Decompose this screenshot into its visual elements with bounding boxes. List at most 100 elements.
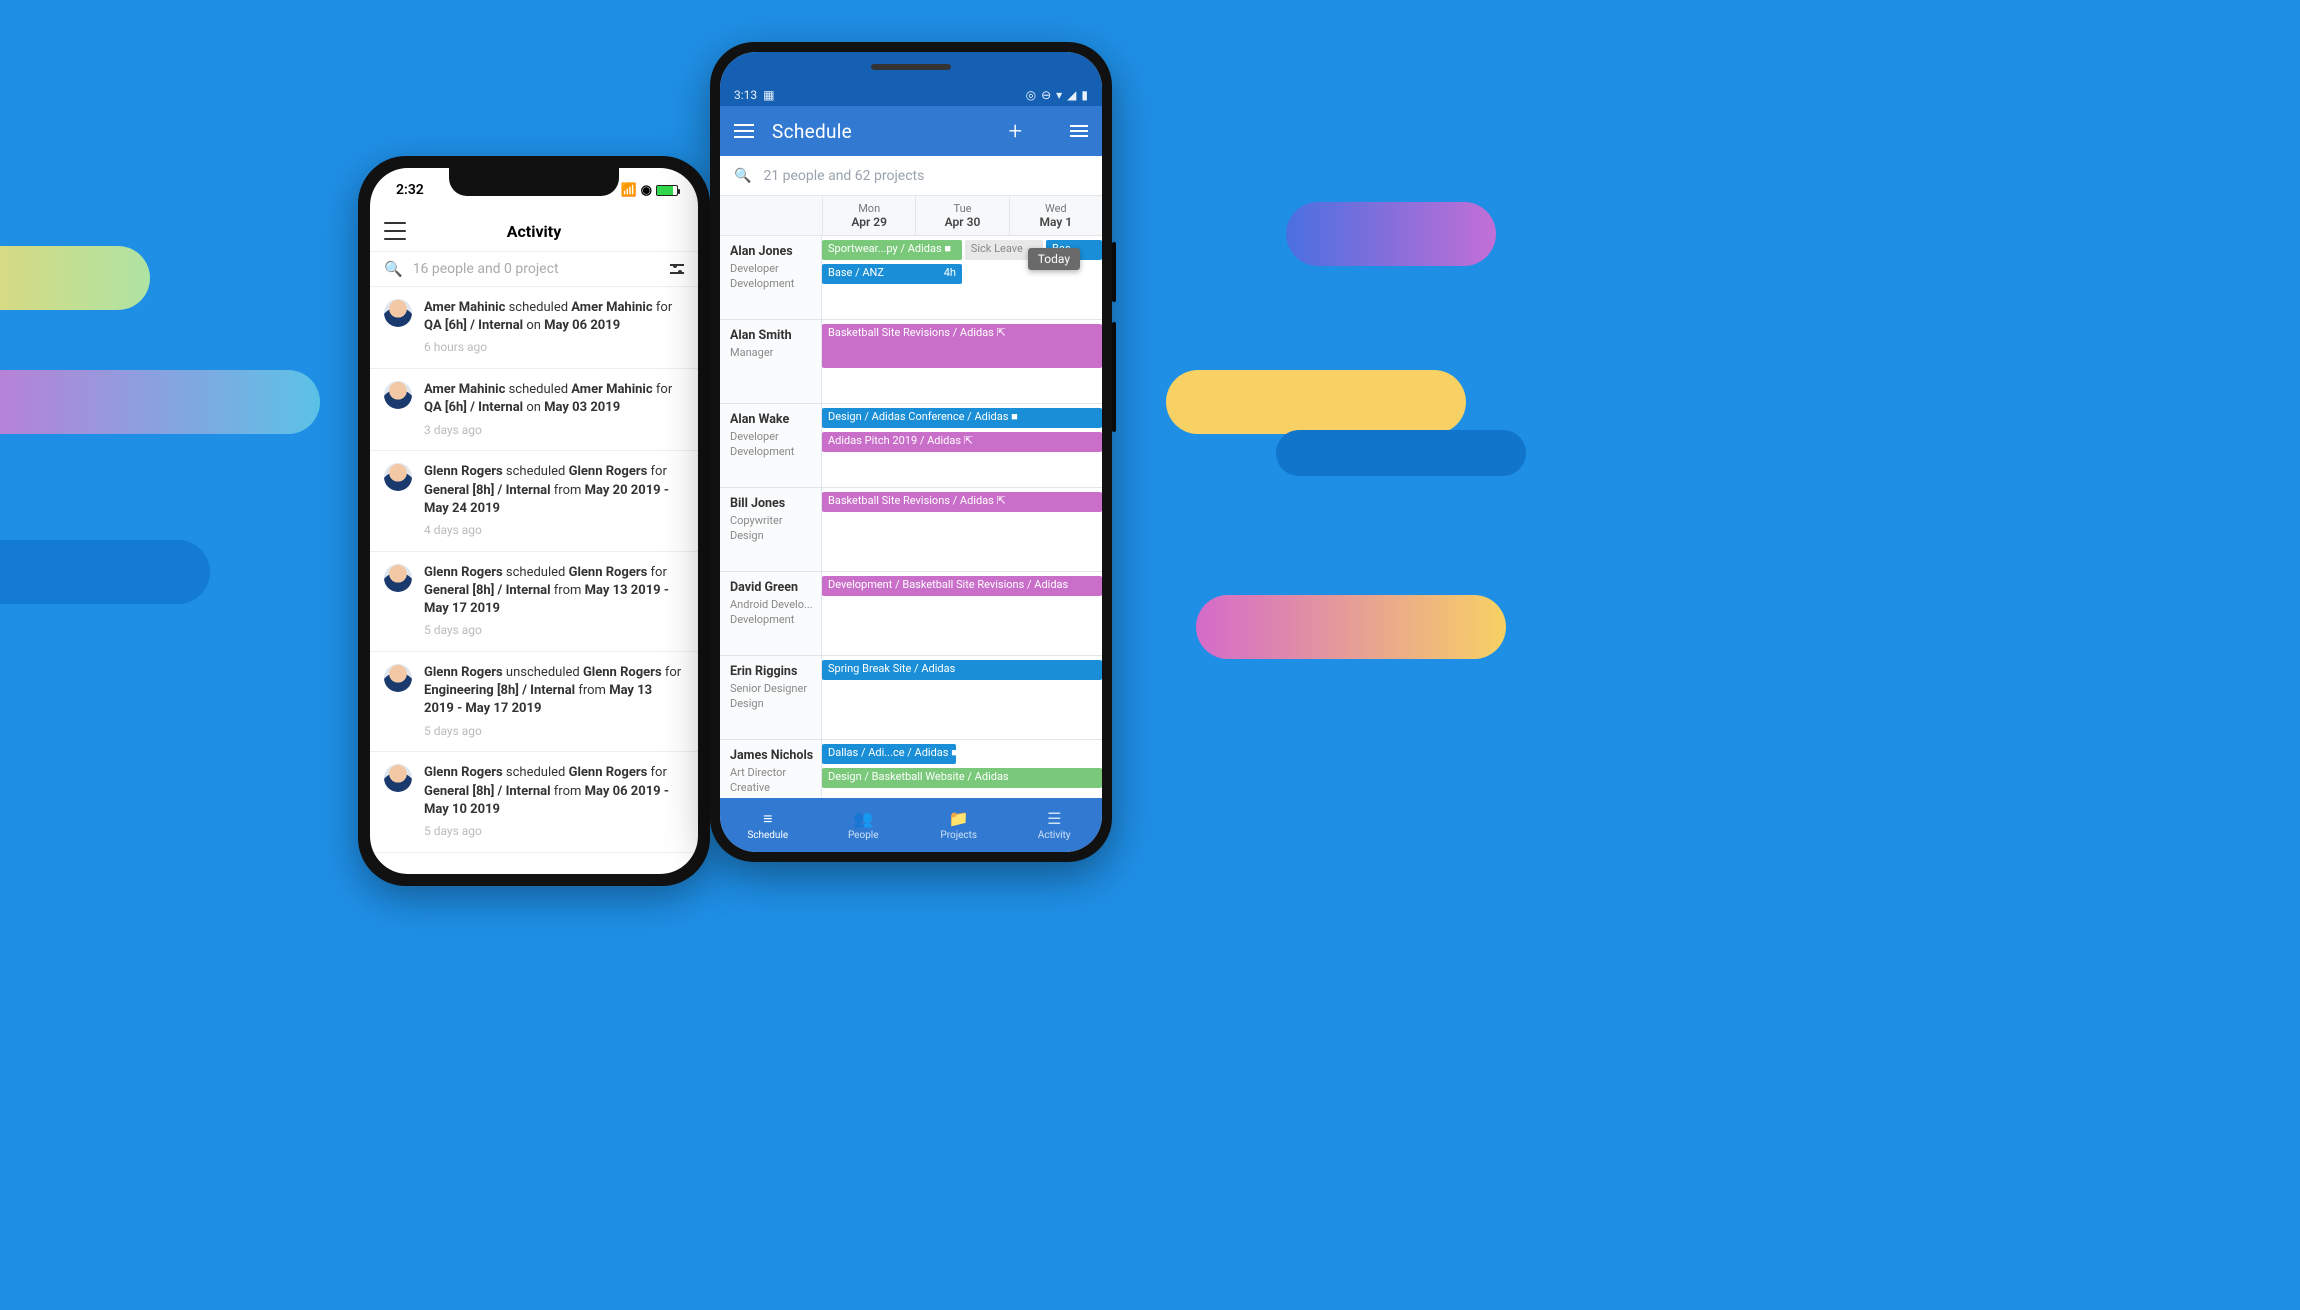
schedule-row: James NicholsArt DirectorCreativeDallas … (720, 740, 1102, 798)
person-cell[interactable]: Alan JonesDeveloperDevelopment (720, 236, 822, 319)
activity-item[interactable]: Glenn Rogers scheduled Glenn Rogers for … (370, 451, 698, 551)
avatar (384, 463, 412, 491)
task-block[interactable]: Design / Adidas Conference / Adidas ■ (822, 408, 1102, 428)
activity-timestamp: 3 days ago (424, 422, 684, 439)
bg-pill (0, 246, 150, 310)
avatar (384, 381, 412, 409)
menu-icon[interactable] (734, 120, 754, 142)
avatar (384, 664, 412, 692)
menu-icon[interactable] (384, 222, 406, 240)
person-cell[interactable]: David GreenAndroid Develo...Development (720, 572, 822, 655)
signal-icon: ◢ (1067, 88, 1076, 102)
nav-tab-schedule[interactable]: ≡Schedule (720, 798, 816, 852)
task-block[interactable]: Basketball Site Revisions / Adidas ⇱ (822, 492, 1102, 512)
battery-icon (656, 185, 678, 196)
task-block[interactable]: Design / Basketball Website / Adidas (822, 768, 1102, 788)
task-lane: Spring Break Site / Adidas (822, 656, 1102, 739)
android-search-bar[interactable]: 🔍 21 people and 62 projects (720, 156, 1102, 196)
activity-text: Glenn Rogers scheduled Glenn Rogers for … (424, 764, 684, 839)
nav-tab-activity[interactable]: ☰Activity (1007, 798, 1103, 852)
bg-pill (1166, 370, 1466, 434)
person-cell[interactable]: James NicholsArt DirectorCreative (720, 740, 822, 798)
bg-pill (0, 370, 320, 434)
task-block[interactable]: Development / Basketball Site Revisions … (822, 576, 1102, 596)
avatar (384, 564, 412, 592)
android-app-bar: Schedule + (720, 106, 1102, 156)
person-cell[interactable]: Erin RigginsSenior DesignerDesign (720, 656, 822, 739)
volume-button (1112, 322, 1116, 432)
dnd-icon: ⊖ (1041, 88, 1051, 102)
people-icon: 👥 (853, 810, 873, 828)
filter-icon[interactable] (670, 262, 684, 276)
projects-icon: 📁 (949, 810, 969, 828)
search-icon: 🔍 (734, 168, 751, 184)
filter-icon[interactable] (1070, 124, 1088, 138)
calendar-header: Today MonApr 29TueApr 30WedMay 1 (720, 196, 1102, 236)
task-block[interactable]: Sportwear...py / Adidas ■ (822, 240, 962, 260)
schedule-grid[interactable]: Alan JonesDeveloperDevelopmentSportwear.… (720, 236, 1102, 798)
activity-text: Glenn Rogers scheduled Glenn Rogers for … (424, 463, 684, 538)
activity-timestamp: 5 days ago (424, 723, 684, 740)
schedule-row: Alan SmithManagerBasketball Site Revisio… (720, 320, 1102, 404)
battery-icon: ▮ (1081, 88, 1088, 102)
page-title: Schedule (772, 120, 990, 143)
nav-tab-projects[interactable]: 📁Projects (911, 798, 1007, 852)
activity-timestamp: 5 days ago (424, 622, 684, 639)
activity-text: Glenn Rogers scheduled Glenn Rogers for … (424, 564, 684, 639)
activity-timestamp: 4 days ago (424, 522, 684, 539)
activity-item[interactable]: Glenn Rogers unscheduled Glenn Rogers fo… (370, 652, 698, 752)
day-column[interactable]: MonApr 29 (822, 196, 915, 235)
activity-feed[interactable]: Amer Mahinic scheduled Amer Mahinic for … (370, 287, 698, 874)
activity-item[interactable]: Amer Mahinic scheduled Amer Mahinic for … (370, 369, 698, 451)
wifi-icon: ◉ (641, 183, 652, 198)
schedule-row: Bill JonesCopywriterDesignBasketball Sit… (720, 488, 1102, 572)
task-block[interactable]: Base / ANZ4h (822, 264, 962, 284)
android-device: 3:13 ▦ ◎ ⊖ ▾ ◢ ▮ Schedule + 🔍 21 people … (710, 42, 1112, 862)
task-block[interactable]: Adidas Pitch 2019 / Adidas ⇱ (822, 432, 1102, 452)
search-placeholder: 21 people and 62 projects (763, 168, 924, 184)
today-badge[interactable]: Today (1028, 248, 1080, 270)
bg-pill (1276, 430, 1526, 476)
task-lane: Dallas / Adi...ce / Adidas ■ Design / Bas… (822, 740, 1102, 798)
activity-timestamp: 6 hours ago (424, 339, 684, 356)
activity-text: Glenn Rogers unscheduled Glenn Rogers fo… (424, 664, 684, 739)
android-speaker (871, 64, 951, 70)
wifi-icon: ▾ (1056, 88, 1062, 102)
nav-tab-people[interactable]: 👥People (816, 798, 912, 852)
activity-text: Amer Mahinic scheduled Amer Mahinic for … (424, 381, 684, 438)
search-placeholder: 16 people and 0 project (413, 261, 660, 277)
avatar (384, 764, 412, 792)
signal-icon: 📶 (620, 183, 636, 198)
vibrate-icon: ◎ (1026, 88, 1036, 102)
task-lane: Basketball Site Revisions / Adidas ⇱ (822, 320, 1102, 403)
ios-clock: 2:32 (396, 182, 424, 198)
person-cell[interactable]: Alan WakeDeveloperDevelopment (720, 404, 822, 487)
person-cell[interactable]: Bill JonesCopywriterDesign (720, 488, 822, 571)
day-column[interactable]: TueApr 30 (915, 196, 1008, 235)
activity-item[interactable]: Glenn Rogers scheduled Glenn Rogers for … (370, 552, 698, 652)
activity-icon: ☰ (1047, 810, 1061, 828)
bg-pill (0, 540, 210, 604)
search-icon: 🔍 (384, 260, 403, 278)
task-block[interactable]: Basketball Site Revisions / Adidas ⇱ (822, 324, 1102, 368)
activity-item[interactable]: Amer Mahinic scheduled Amer Mahinic for … (370, 287, 698, 369)
iphone-device: 2:32 📶 ◉ Activity 🔍 16 people and 0 proj… (358, 156, 710, 886)
image-icon: ▦ (763, 88, 774, 102)
task-block[interactable]: Spring Break Site / Adidas (822, 660, 1102, 680)
task-lane: Design / Adidas Conference / Adidas ■ Adi… (822, 404, 1102, 487)
bg-pill (1286, 202, 1496, 266)
task-lane: Development / Basketball Site Revisions … (822, 572, 1102, 655)
add-icon[interactable]: + (1008, 117, 1022, 145)
day-column[interactable]: WedMay 1 (1009, 196, 1102, 235)
task-lane: Basketball Site Revisions / Adidas ⇱ (822, 488, 1102, 571)
person-cell[interactable]: Alan SmithManager (720, 320, 822, 403)
activity-timestamp: 5 days ago (424, 823, 684, 840)
power-button (1112, 242, 1116, 302)
activity-item[interactable]: Glenn Rogers scheduled Glenn Rogers for … (370, 752, 698, 852)
ios-search-bar[interactable]: 🔍 16 people and 0 project (370, 252, 698, 287)
schedule-icon: ≡ (763, 810, 772, 828)
android-clock: 3:13 (734, 88, 757, 102)
iphone-notch (449, 168, 619, 196)
task-block[interactable]: Dallas / Adi...ce / Adidas ■ (822, 744, 956, 764)
avatar (384, 299, 412, 327)
